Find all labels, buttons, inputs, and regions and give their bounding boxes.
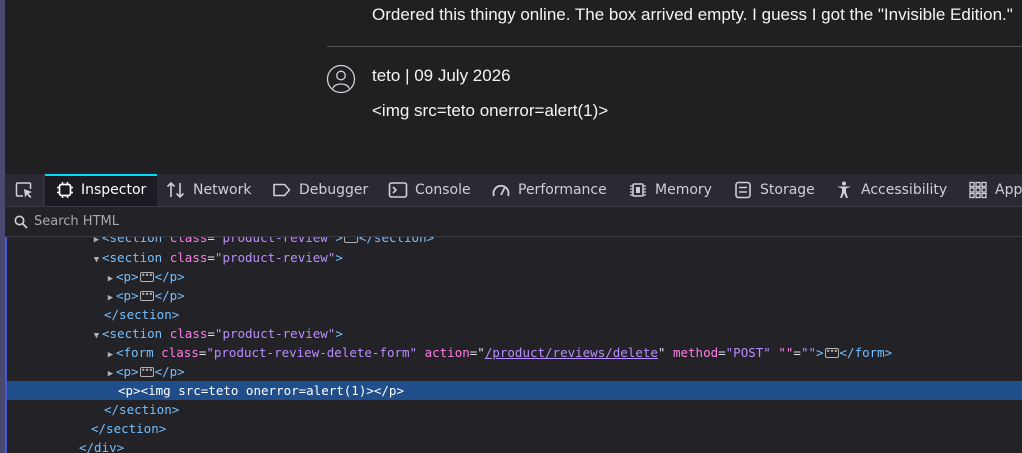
accessibility-icon — [837, 181, 851, 198]
tab-inspector[interactable]: Inspector — [45, 174, 157, 206]
performance-icon — [492, 184, 510, 197]
markup-node-form[interactable]: ▶ <form class="product-review-delete-form… — [7, 343, 1022, 362]
review-author-date: teto | 09 July 2026 — [372, 66, 511, 85]
user-avatar-icon — [326, 64, 356, 94]
collapsed-content-icon[interactable]: ••• — [343, 237, 358, 243]
tab-debugger[interactable]: Debugger — [272, 174, 368, 206]
application-icon — [969, 181, 987, 199]
markup-node-section-close[interactable]: </section> — [7, 419, 1022, 438]
markup-node-section[interactable]: ▶<section class="product-review">•••</se… — [7, 237, 1022, 247]
markup-node-p[interactable]: ▶ <p> ••• </p> — [7, 362, 1022, 381]
markup-node-div-close[interactable]: </div> — [7, 438, 1022, 453]
collapsed-content-icon[interactable]: ••• — [139, 271, 154, 282]
markup-view: ▶<section class="product-review">•••</se… — [5, 237, 1022, 453]
markup-node-section-close[interactable]: </section> — [7, 305, 1022, 324]
memory-icon — [630, 183, 646, 197]
tab-label: Inspector — [81, 182, 147, 198]
element-picker-icon — [15, 182, 32, 198]
console-icon — [388, 182, 408, 198]
network-icon — [166, 181, 185, 199]
page-viewport: Ordered this thingy online. The box arri… — [0, 0, 1022, 174]
tab-label: App — [995, 182, 1022, 198]
tab-label: Network — [193, 182, 252, 198]
form-action-link[interactable]: /product/reviews/delete — [485, 345, 658, 360]
markup-node-p-selected[interactable]: <p><img src=teto onerror=alert(1)></p> — [7, 381, 1022, 400]
tab-network[interactable]: Network — [166, 174, 251, 206]
markup-node-section[interactable]: ▼ <section class="product-review"> — [7, 248, 1022, 267]
tab-label: Memory — [655, 182, 712, 198]
tab-storage[interactable]: Storage — [733, 174, 815, 206]
tab-label: Accessibility — [861, 182, 948, 198]
tab-label: Storage — [760, 182, 815, 198]
inspector-icon — [57, 182, 73, 198]
review-body: <img src=teto onerror=alert(1)> — [372, 101, 609, 120]
tab-label: Console — [415, 182, 471, 198]
markup-node-section-close[interactable]: </section> — [7, 400, 1022, 419]
review-divider — [327, 46, 1022, 47]
tab-application[interactable]: App — [968, 174, 1022, 206]
tab-accessibility[interactable]: Accessibility — [834, 174, 947, 206]
collapsed-content-icon[interactable]: ••• — [139, 366, 154, 377]
html-search-bar — [5, 207, 1022, 237]
markup-node-p[interactable]: ▶ <p> ••• </p> — [7, 267, 1022, 286]
tab-label: Performance — [518, 182, 607, 198]
search-html-input[interactable] — [34, 214, 434, 229]
devtools-toolbar: Inspector Network Debugger Console Perfo… — [5, 174, 1022, 207]
page-left-edge — [0, 0, 5, 174]
tab-memory[interactable]: Memory — [628, 174, 712, 206]
markup-node-p[interactable]: ▶ <p> ••• </p> — [7, 286, 1022, 305]
tab-console[interactable]: Console — [388, 174, 471, 206]
review-text: Ordered this thingy online. The box arri… — [372, 5, 1013, 24]
collapsed-content-icon[interactable]: ••• — [824, 347, 839, 358]
debugger-icon — [273, 183, 291, 197]
element-picker-button[interactable] — [5, 174, 44, 206]
search-icon — [14, 215, 28, 229]
markup-node-section[interactable]: ▼ <section class="product-review"> — [7, 324, 1022, 343]
storage-icon — [735, 181, 751, 199]
devtools-panel: Inspector Network Debugger Console Perfo… — [0, 174, 1022, 453]
tab-label: Debugger — [299, 182, 369, 198]
collapsed-content-icon[interactable]: ••• — [139, 290, 154, 301]
tab-performance[interactable]: Performance — [491, 174, 607, 206]
